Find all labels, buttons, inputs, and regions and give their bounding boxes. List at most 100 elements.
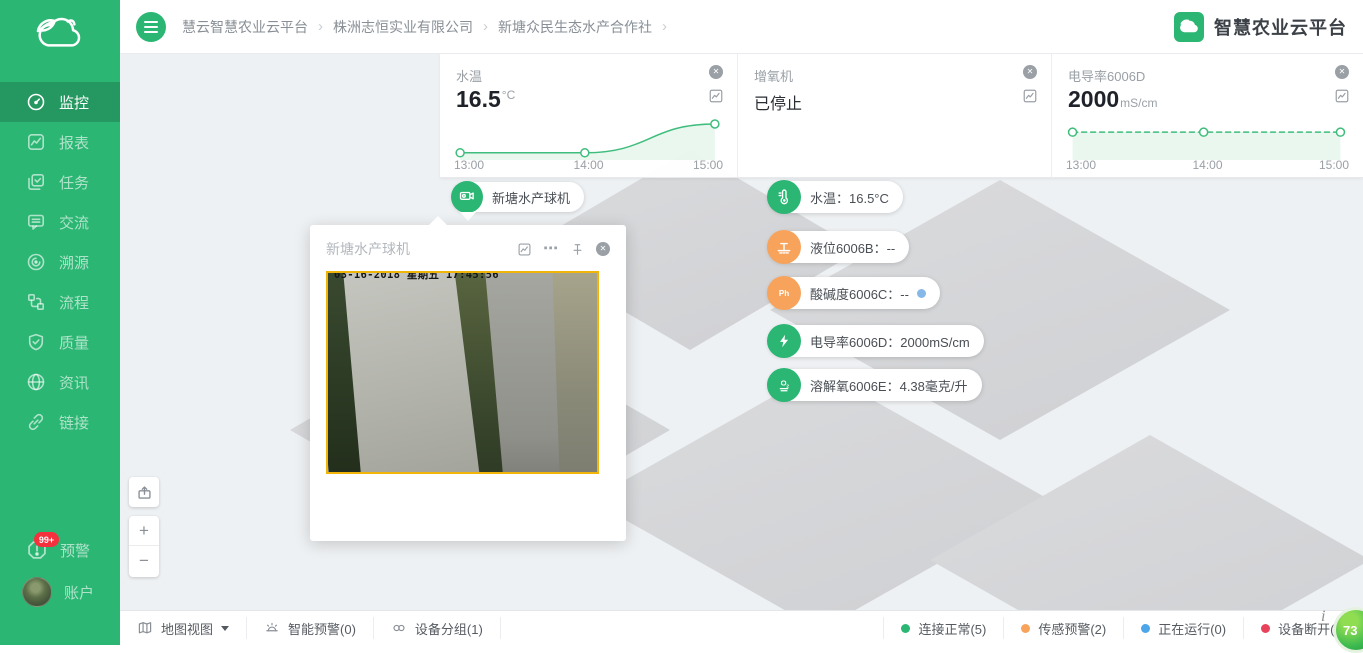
video-water <box>552 271 599 474</box>
sidebar-item-news[interactable]: 资讯 <box>0 362 120 402</box>
thermometer-icon <box>767 180 801 214</box>
pin-label: 酸碱度6006C：-- <box>810 284 909 303</box>
breadcrumb-item-coop[interactable]: 新塘众民生态水产合作社 <box>498 17 652 37</box>
map-view-selector[interactable]: 地图视图 <box>120 617 247 639</box>
card-value: 2000mS/cm <box>1068 86 1158 113</box>
camera-video-feed[interactable]: 03-16-2018 星期五 17:45:56 <box>326 271 599 474</box>
water-temp-sparkline <box>452 112 723 160</box>
sensor-card-aerator: 增氧机 已停止 <box>737 54 1051 178</box>
svg-text:Ph: Ph <box>779 289 789 298</box>
status-dot-blue <box>917 289 926 298</box>
trace-icon <box>26 252 46 272</box>
hamburger-menu-button[interactable] <box>136 12 166 42</box>
pin-label: 溶解氧6006E：4.38毫克/升 <box>810 376 968 395</box>
avatar <box>22 577 52 607</box>
share-upload-icon <box>136 484 153 501</box>
chart-line-icon[interactable] <box>1334 88 1350 109</box>
map-view-label: 地图视图 <box>161 619 213 638</box>
bottom-bar: 地图视图 智能预警(0) 设备分组(1) 连接正常(5) 传感预警(2) 正在运… <box>120 610 1363 645</box>
ph-icon: Ph <box>767 276 801 310</box>
sidebar-item-reports[interactable]: 报表 <box>0 122 120 162</box>
info-cursor: i <box>1321 608 1325 626</box>
close-icon[interactable] <box>1335 65 1349 79</box>
zoom-out-button[interactable]: − <box>129 546 159 576</box>
alert-icon-wrap: 99+ <box>26 539 60 561</box>
sidebar-item-communication[interactable]: 交流 <box>0 202 120 242</box>
status-label: 连接正常(5) <box>918 619 986 638</box>
cloud-leaf-logo <box>1174 12 1204 42</box>
chevron-down-icon <box>221 626 229 635</box>
sidebar-item-label: 交流 <box>59 212 89 233</box>
map-canvas[interactable]: 水温 16.5°C 13:0014:0015:00 增氧机 已停止 电导率600… <box>120 54 1363 610</box>
sidebar-item-traceability[interactable]: 溯源 <box>0 242 120 282</box>
sidebar-item-label: 链接 <box>59 412 89 433</box>
sensor-card-water-temp: 水温 16.5°C 13:0014:0015:00 <box>440 54 737 178</box>
more-dots-icon[interactable]: ⋯ <box>543 244 559 254</box>
card-title: 电导率6006D <box>1068 66 1145 85</box>
share-upload-button[interactable] <box>129 477 159 507</box>
sidebar-item-tasks[interactable]: 任务 <box>0 162 120 202</box>
sensor-card-conductivity: 电导率6006D 2000mS/cm 13:0014:0015:00 <box>1051 54 1363 178</box>
video-timestamp: 03-16-2018 星期五 17:45:56 <box>334 271 499 474</box>
close-icon[interactable] <box>596 242 610 256</box>
quality-shield-icon <box>26 332 46 352</box>
chart-line-icon[interactable] <box>517 242 532 257</box>
sidebar-item-quality[interactable]: 质量 <box>0 322 120 362</box>
sidebar-item-monitor[interactable]: 监控 <box>0 82 120 122</box>
sidebar-item-label: 预警 <box>60 540 90 561</box>
status-label: 正在运行(0) <box>1158 619 1226 638</box>
status-connected[interactable]: 连接正常(5) <box>883 617 1003 639</box>
breadcrumb-item-company[interactable]: 株洲志恒实业有限公司 <box>333 17 473 37</box>
smart-alerts-label: 智能预警(0) <box>288 619 356 638</box>
sidebar-item-account[interactable]: 账户 <box>0 572 120 612</box>
status-dot-red <box>1261 624 1270 633</box>
breadcrumb-separator: › <box>318 18 323 35</box>
sidebar-item-alerts[interactable]: 99+ 预警 <box>0 530 120 570</box>
zoom-in-button[interactable]: + <box>129 516 159 546</box>
sidebar-item-label: 任务 <box>59 172 89 193</box>
status-label: 传感预警(2) <box>1038 619 1106 638</box>
tasks-icon <box>26 172 46 192</box>
sidebar-item-links[interactable]: 链接 <box>0 402 120 442</box>
chart-line-icon[interactable] <box>708 88 724 109</box>
sidebar-item-label: 账户 <box>64 582 94 603</box>
camera-popup: 新塘水产球机 ⋯ 03-16-2018 星期五 17:45:56 <box>310 225 626 541</box>
sidebar-nav: 监控 报表 任务 交流 溯源 流程 质量 资讯 <box>0 82 120 442</box>
device-groups-button[interactable]: 设备分组(1) <box>374 617 501 639</box>
status-running[interactable]: 正在运行(0) <box>1123 617 1243 639</box>
pin-conductivity[interactable]: 电导率6006D：2000mS/cm <box>768 325 984 357</box>
pin-water-temp[interactable]: 水温：16.5°C <box>768 181 903 213</box>
camera-pin-label: 新塘水产球机 <box>492 188 570 207</box>
camera-device-pin[interactable]: 新塘水产球机 <box>452 182 584 212</box>
smart-alerts-button[interactable]: 智能预警(0) <box>247 617 374 639</box>
aerator-status: 已停止 <box>754 90 802 114</box>
link-icon <box>26 412 46 432</box>
sidebar-item-process[interactable]: 流程 <box>0 282 120 322</box>
pin-liquid-level[interactable]: 液位6006B：-- <box>768 231 909 263</box>
status-sensor-warning[interactable]: 传感预警(2) <box>1003 617 1123 639</box>
breadcrumb-separator: › <box>483 18 488 35</box>
chat-icon <box>26 212 46 232</box>
top-bar: 慧云智慧农业云平台 › 株洲志恒实业有限公司 › 新塘众民生态水产合作社 › 智… <box>120 0 1363 54</box>
breadcrumb-item-platform[interactable]: 慧云智慧农业云平台 <box>182 17 308 37</box>
report-chart-icon <box>26 132 46 152</box>
close-icon[interactable] <box>1023 65 1037 79</box>
cctv-camera-icon <box>451 181 483 213</box>
pin-icon[interactable] <box>570 242 585 257</box>
chart-line-icon[interactable] <box>1022 88 1038 109</box>
sidebar-item-label: 资讯 <box>59 372 89 393</box>
status-dot-orange <box>1021 624 1030 633</box>
status-dot-blue <box>1141 624 1150 633</box>
pin-ph[interactable]: Ph 酸碱度6006C：-- <box>768 277 940 309</box>
sidebar-item-label: 监控 <box>59 92 89 113</box>
pin-label: 电导率6006D：2000mS/cm <box>810 332 970 351</box>
zoom-control: + − <box>129 516 159 577</box>
breadcrumb: 慧云智慧农业云平台 › 株洲志恒实业有限公司 › 新塘众民生态水产合作社 › <box>182 17 677 37</box>
pin-dissolved-oxygen[interactable]: O2 溶解氧6006E：4.38毫克/升 <box>768 369 982 401</box>
alert-count-badge: 99+ <box>34 532 59 547</box>
sidebar-item-label: 质量 <box>59 332 89 353</box>
card-title: 增氧机 <box>754 66 793 85</box>
close-icon[interactable] <box>709 65 723 79</box>
card-unit: °C <box>502 88 515 102</box>
alarm-icon <box>264 620 280 636</box>
